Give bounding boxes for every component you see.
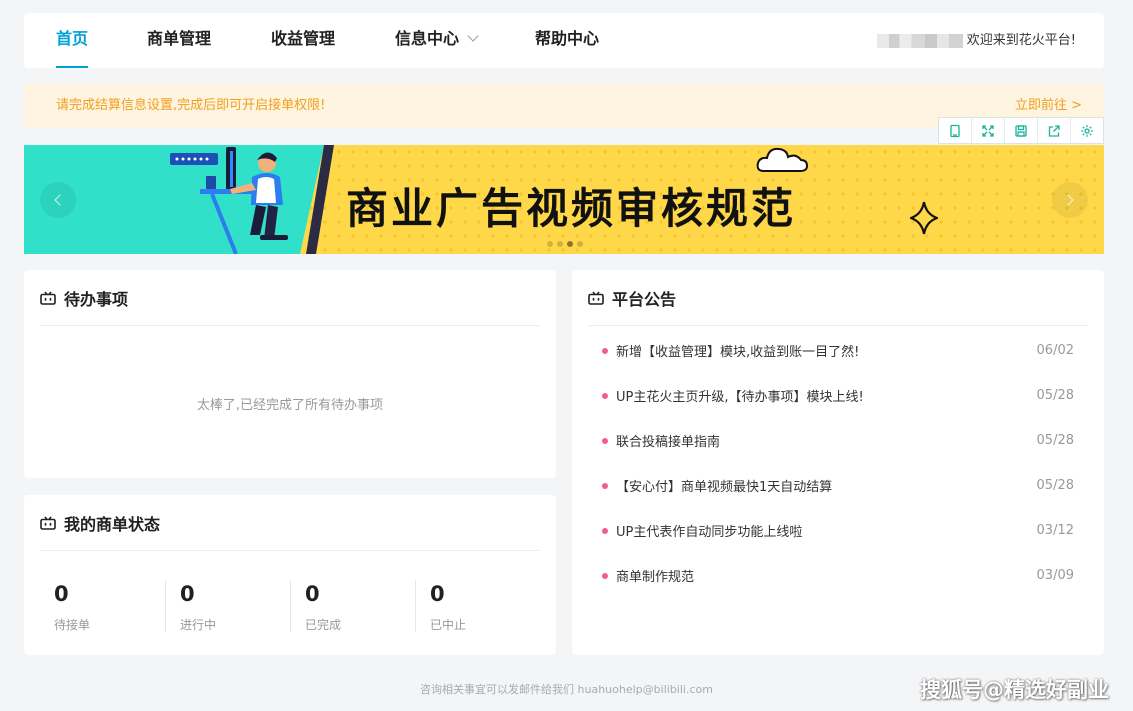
expand-icon[interactable] [972,118,1005,143]
person-at-desk-illustration [170,145,334,254]
nav-item-label: 帮助中心 [535,29,600,48]
notice-item[interactable]: UP主代表作自动同步功能上线啦 03/12 [602,508,1074,553]
stat-label: 待接单 [54,618,91,632]
sparkle-icon [910,201,938,235]
nav-item-info-center[interactable]: 信息中心 [395,13,479,68]
tv-icon [588,291,604,305]
notice-item[interactable]: 【安心付】商单视频最快1天自动结算 05/28 [602,463,1074,508]
save-icon[interactable] [1005,118,1038,143]
banner-title: 商业广告视频审核规范 [346,184,797,233]
bullet-dot [602,392,608,399]
notice-title: UP主代表作自动同步功能上线啦 [616,525,803,540]
nav-item-help-center[interactable]: 帮助中心 [535,13,599,68]
carousel-dot[interactable] [547,241,553,247]
welcome-text: 欢迎来到花火平台! [966,33,1076,48]
notice-title: 【安心付】商单视频最快1天自动结算 [616,480,833,495]
floating-toolbar [938,117,1104,144]
watermark: 搜狐号@精选好副业 [920,678,1109,702]
share-icon[interactable] [1038,118,1071,143]
nav-item-earnings[interactable]: 收益管理 [271,13,335,68]
notice-item[interactable]: 商单制作规范 03/09 [602,553,1074,598]
notice-date: 03/12 [1036,523,1074,538]
carousel-indicators [547,241,583,247]
blurred-username [876,33,963,48]
notice-date: 05/28 [1036,478,1074,493]
bullet-dot [602,347,608,354]
bullet-dot [602,572,608,579]
notice-date: 06/02 [1036,343,1074,358]
welcome-area: 欢迎来到花火平台! [876,13,1076,68]
tv-icon [40,516,56,530]
carousel-prev-button[interactable] [40,182,76,218]
top-nav: 首页 商单管理 收益管理 信息中心 帮助中心 欢迎来到花火平台! [24,13,1104,68]
notice-list: 新增【收益管理】模块,收益到账一目了然! 06/02 UP主花火主页升级,【待办… [602,328,1074,598]
notice-date: 03/09 [1036,568,1074,583]
notice-item[interactable]: UP主花火主页升级,【待办事项】模块上线! 05/28 [602,373,1074,418]
notice-title: 联合投稿接单指南 [616,435,721,450]
notice-date: 05/28 [1036,388,1074,403]
card-header: 待办事项 [40,270,540,326]
carousel-dot[interactable] [577,241,583,247]
order-stats: 0 待接单 0 进行中 0 已完成 0 已中止 [40,580,540,632]
nav-item-home[interactable]: 首页 [56,13,89,68]
tv-icon [40,291,56,305]
card-title: 平台公告 [612,289,677,309]
carousel-dot[interactable] [557,241,563,247]
platform-notices-card: 平台公告 新增【收益管理】模块,收益到账一目了然! 06/02 UP主花火主页升… [572,270,1104,655]
settings-icon[interactable] [1071,118,1103,143]
carousel-next-button[interactable] [1052,182,1088,218]
nav-item-label: 首页 [56,29,89,48]
stat-value: 0 [305,582,320,606]
alert-message: 请完成结算信息设置,完成后即可开启接单权限! [56,98,326,113]
chevron-down-icon [467,30,479,42]
stat-label: 已中止 [430,618,467,632]
order-status-card: 我的商单状态 0 待接单 0 进行中 0 已完成 0 已中止 [24,495,556,655]
card-header: 平台公告 [588,270,1088,326]
bullet-dot [602,482,608,489]
banner-carousel[interactable]: 商业广告视频审核规范 [24,145,1104,254]
chevron-right-icon [1062,194,1074,206]
bullet-dot [602,527,608,534]
stat-value: 0 [430,582,445,606]
todo-card: 待办事项 太棒了,已经完成了所有待办事项 [24,270,556,478]
stat-value: 0 [54,582,69,606]
notice-title: 商单制作规范 [616,570,695,585]
carousel-dot-active[interactable] [567,241,573,247]
bullet-dot [602,437,608,444]
notice-title: UP主花火主页升级,【待办事项】模块上线! [616,390,864,405]
card-header: 我的商单状态 [40,495,540,551]
notice-item[interactable]: 联合投稿接单指南 05/28 [602,418,1074,463]
chevron-left-icon [54,194,66,206]
card-title: 待办事项 [64,289,129,309]
nav-item-label: 商单管理 [147,29,212,48]
stat-value: 0 [180,582,195,606]
stat-completed[interactable]: 0 已完成 [290,580,415,632]
stat-label: 进行中 [180,618,217,632]
notice-item[interactable]: 新增【收益管理】模块,收益到账一目了然! 06/02 [602,328,1074,373]
stat-pending[interactable]: 0 待接单 [40,580,165,632]
todo-empty-message: 太棒了,已经完成了所有待办事项 [196,398,384,413]
stat-in-progress[interactable]: 0 进行中 [165,580,290,632]
notice-title: 新增【收益管理】模块,收益到账一目了然! [616,345,860,360]
card-title: 我的商单状态 [64,514,161,534]
nav-item-orders[interactable]: 商单管理 [147,13,211,68]
stat-label: 已完成 [305,618,342,632]
stat-aborted[interactable]: 0 已中止 [415,580,540,632]
nav-item-label: 收益管理 [271,29,336,48]
copy-icon[interactable] [939,118,972,143]
nav-item-label: 信息中心 [395,29,460,48]
notice-date: 05/28 [1036,433,1074,448]
cloud-icon [756,147,809,172]
